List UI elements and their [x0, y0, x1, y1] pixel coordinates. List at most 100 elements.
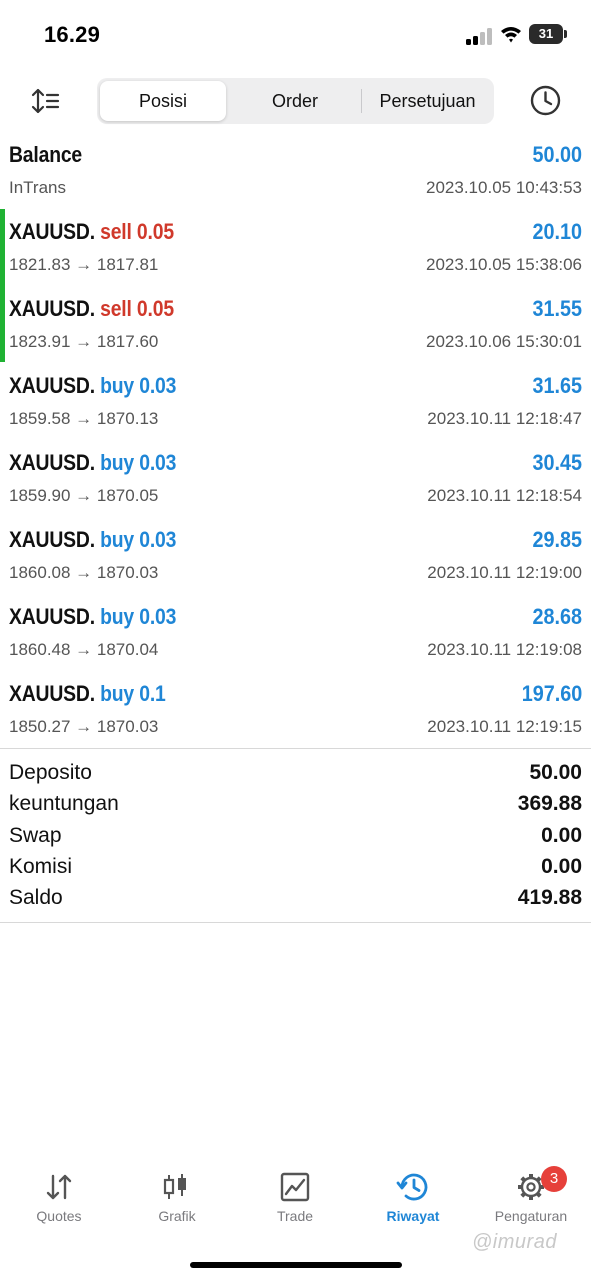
bottom-tab-bar: Quotes Grafik Trade Riwayat Pengaturan: [0, 1160, 591, 1240]
trade-volume: 0.03: [139, 527, 177, 552]
tab-order[interactable]: Order: [231, 81, 359, 121]
trade-side: buy: [100, 373, 135, 398]
trade-symbol: XAUUSD.: [9, 373, 95, 398]
segment-divider: [361, 89, 362, 113]
clock-icon[interactable]: [529, 84, 562, 117]
trade-symbol: XAUUSD.: [9, 681, 95, 706]
balance-title: Balance: [9, 142, 83, 167]
tab-label: Pengaturan: [494, 1208, 568, 1224]
tab-label: Riwayat: [386, 1208, 440, 1224]
trade-row[interactable]: XAUUSD. buy 0.1 197.60 1850.27 → 1870.03…: [0, 677, 591, 754]
trade-symbol: XAUUSD.: [9, 219, 95, 244]
trade-profit: 197.60: [521, 681, 582, 706]
trade-side: sell: [100, 219, 132, 244]
trade-row[interactable]: XAUUSD. sell 0.05 20.10 1821.83 → 1817.8…: [0, 215, 591, 292]
balance-row[interactable]: Balance 50.00 InTrans 2023.10.05 10:43:5…: [0, 138, 591, 215]
summary-divider: [0, 922, 591, 923]
trade-profit: 20.10: [532, 219, 582, 244]
positions-toolbar: Posisi Order Persetujuan: [0, 72, 591, 130]
battery-icon: 31: [529, 24, 563, 44]
history-clock-icon: [396, 1173, 428, 1201]
summary-label: Deposito: [9, 761, 92, 784]
tab-trade[interactable]: Trade: [236, 1160, 354, 1232]
trade-prices: 1850.27 → 1870.03: [9, 717, 159, 736]
summary-label: keuntungan: [9, 792, 119, 815]
tab-posisi[interactable]: Posisi: [100, 81, 226, 121]
trade-profit: 28.68: [532, 604, 582, 629]
notification-badge: 3: [541, 1166, 567, 1192]
trade-volume: 0.1: [139, 681, 166, 706]
tab-persetujuan[interactable]: Persetujuan: [363, 81, 492, 121]
summary-deposit: Deposito 50.00: [0, 759, 591, 790]
trade-prices: 1823.91 → 1817.60: [9, 332, 159, 351]
trade-volume: 0.05: [136, 296, 174, 321]
trade-row[interactable]: XAUUSD. buy 0.03 28.68 1860.48 → 1870.04…: [0, 600, 591, 677]
trade-symbol: XAUUSD.: [9, 296, 95, 321]
cellular-signal-icon: [466, 27, 492, 45]
summary-balance: Saldo 419.88: [0, 884, 591, 915]
trade-row[interactable]: XAUUSD. buy 0.03 30.45 1859.90 → 1870.05…: [0, 446, 591, 523]
trade-title: XAUUSD. buy 0.03: [9, 527, 176, 553]
trade-profit: 31.55: [532, 296, 582, 321]
trade-time: 2023.10.05 15:38:06: [426, 255, 582, 274]
trade-profit: 31.65: [532, 373, 582, 398]
tab-grafik[interactable]: Grafik: [118, 1160, 236, 1232]
trade-title: XAUUSD. buy 0.03: [9, 604, 176, 630]
wifi-icon: [501, 27, 521, 43]
trade-time: 2023.10.11 12:18:47: [427, 409, 582, 428]
trade-title: XAUUSD. buy 0.1: [9, 681, 166, 707]
home-indicator[interactable]: [190, 1262, 402, 1268]
trade-row[interactable]: XAUUSD. buy 0.03 29.85 1860.08 → 1870.03…: [0, 523, 591, 600]
trade-volume: 0.03: [139, 373, 177, 398]
summary-value: 419.88: [517, 886, 582, 909]
summary-swap: Swap 0.00: [0, 822, 591, 853]
list-divider: [0, 748, 591, 749]
trade-symbol: XAUUSD.: [9, 604, 95, 629]
trade-prices: 1821.83 → 1817.81: [9, 255, 159, 274]
tab-quotes[interactable]: Quotes: [0, 1160, 118, 1232]
trade-prices: 1860.48 → 1870.04: [9, 640, 159, 659]
trade-title: XAUUSD. buy 0.03: [9, 373, 176, 399]
summary-value: 0.00: [541, 855, 582, 878]
status-bar: 16.29 31: [0, 0, 591, 70]
trade-row[interactable]: XAUUSD. sell 0.05 31.55 1823.91 → 1817.6…: [0, 292, 591, 369]
summary-value: 50.00: [529, 761, 582, 784]
balance-time: 2023.10.05 10:43:53: [426, 178, 582, 197]
balance-amount: 50.00: [532, 142, 582, 167]
tab-label: Quotes: [36, 1208, 82, 1224]
trade-profit: 29.85: [532, 527, 582, 552]
tab-pengaturan[interactable]: Pengaturan: [472, 1160, 590, 1232]
trade-volume: 0.03: [139, 450, 177, 475]
trade-side: buy: [100, 450, 135, 475]
trade-title: XAUUSD. sell 0.05: [9, 219, 174, 245]
sort-icon[interactable]: [30, 86, 60, 116]
tab-riwayat[interactable]: Riwayat: [354, 1160, 472, 1232]
summary-value: 0.00: [541, 824, 582, 847]
trade-side: sell: [100, 296, 132, 321]
trade-time: 2023.10.11 12:19:00: [427, 563, 582, 582]
trade-side: buy: [100, 681, 135, 706]
trade-title: XAUUSD. sell 0.05: [9, 296, 174, 322]
battery-tip: [564, 30, 567, 38]
status-time: 16.29: [44, 22, 101, 47]
trade-row[interactable]: XAUUSD. buy 0.03 31.65 1859.58 → 1870.13…: [0, 369, 591, 446]
trade-profit: 30.45: [532, 450, 582, 475]
summary-value: 369.88: [517, 792, 582, 815]
tab-label: Trade: [276, 1208, 314, 1224]
trade-volume: 0.03: [139, 604, 177, 629]
trade-side: buy: [100, 604, 135, 629]
trade-chart-icon: [280, 1172, 310, 1202]
quotes-arrows-icon: [46, 1174, 72, 1200]
summary-commission: Komisi 0.00: [0, 853, 591, 884]
tab-label: Grafik: [158, 1208, 196, 1224]
summary-profit: keuntungan 369.88: [0, 790, 591, 821]
trade-prices: 1859.58 → 1870.13: [9, 409, 159, 428]
trade-time: 2023.10.11 12:18:54: [427, 486, 582, 505]
watermark: @imurad: [472, 1231, 557, 1253]
trade-time: 2023.10.11 12:19:15: [427, 717, 582, 736]
candlestick-icon: [163, 1174, 186, 1199]
trade-prices: 1860.08 → 1870.03: [9, 563, 159, 582]
summary-label: Saldo: [9, 886, 63, 909]
trade-side: buy: [100, 527, 135, 552]
trade-time: 2023.10.11 12:19:08: [427, 640, 582, 659]
